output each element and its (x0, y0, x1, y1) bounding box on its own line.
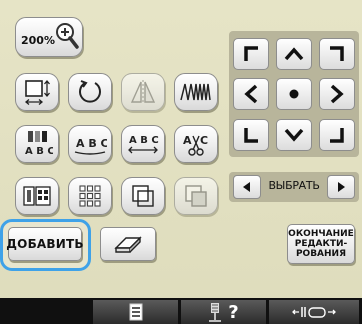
corner-down-right-icon (330, 128, 344, 143)
array-button[interactable] (68, 177, 112, 215)
zoom-button[interactable]: 200% (15, 17, 83, 57)
move-right-button[interactable] (319, 78, 355, 110)
finish-editing-button[interactable]: ОКОНЧАНИЕ РЕДАКТИ- РОВАНИЯ (287, 224, 355, 264)
thread-chart-button[interactable] (93, 300, 178, 324)
move-up-button[interactable] (276, 38, 312, 70)
zoom-magnifier-icon (56, 23, 79, 49)
svg-text:A B C: A B C (76, 137, 107, 150)
help-button[interactable]: ? (181, 300, 266, 324)
multicolor-icon (23, 186, 51, 206)
move-down-left-button[interactable] (233, 119, 269, 151)
corner-up-right-icon (330, 46, 344, 61)
zoom-label: 200% (21, 33, 55, 47)
arc-text-icon: A B C (74, 137, 107, 155)
svg-text:A B C: A B C (129, 135, 159, 146)
size-icon (24, 79, 50, 105)
select-next-button[interactable] (327, 175, 355, 199)
outline-icon (185, 185, 207, 207)
density-icon (180, 83, 211, 101)
chevron-left-icon (244, 84, 258, 104)
chevron-down-icon (284, 128, 304, 142)
move-left-button[interactable] (233, 78, 269, 110)
rotate-icon (79, 80, 101, 103)
border-button[interactable] (121, 177, 165, 215)
svg-text:A: A (183, 134, 192, 147)
arc-text-button[interactable]: A B C (68, 125, 112, 163)
thread-chart-icon (129, 303, 142, 321)
help-label: ? (228, 301, 239, 323)
outline-button[interactable] (174, 177, 218, 215)
multicolor-button[interactable] (15, 177, 59, 215)
svg-text:C: C (200, 134, 208, 147)
mirror-button[interactable] (121, 73, 165, 111)
presser-foot-icon (292, 307, 336, 318)
char-spacing-icon: A B C (128, 135, 159, 154)
move-up-right-button[interactable] (319, 38, 355, 70)
corner-up-left-icon (244, 46, 258, 61)
finish-editing-label: ОКОНЧАНИЕ РЕДАКТИ- РОВАНИЯ (288, 229, 354, 259)
move-center-button[interactable] (276, 78, 312, 110)
add-button[interactable]: ДОБАВИТЬ (6, 227, 84, 261)
embroidery-edit-screen: 200% A B C A B C A B C A C ВЫБРАТЬ ДОБАВ… (0, 0, 362, 324)
move-up-left-button[interactable] (233, 38, 269, 70)
move-arrow-pad (229, 31, 359, 157)
corner-down-left-icon (244, 128, 258, 143)
triangle-left-icon (243, 182, 250, 192)
char-spacing-button[interactable]: A B C (121, 125, 165, 163)
select-label: ВЫБРАТЬ (268, 179, 320, 192)
size-button[interactable] (15, 73, 59, 111)
border-icon (132, 185, 154, 207)
stitch-cut-button[interactable]: A C (174, 125, 218, 163)
bottom-status-bar: ? (0, 298, 362, 324)
mirror-icon (130, 80, 156, 104)
chevron-up-icon (284, 47, 304, 61)
triangle-right-icon (338, 182, 345, 192)
select-prev-button[interactable] (233, 175, 261, 199)
density-button[interactable] (174, 73, 218, 111)
array-icon (79, 185, 101, 207)
delete-button[interactable] (100, 227, 156, 261)
center-dot-icon (289, 89, 299, 99)
select-bar: ВЫБРАТЬ (229, 172, 359, 202)
presser-foot-button[interactable] (269, 300, 359, 324)
move-down-right-button[interactable] (319, 119, 355, 151)
stitch-cut-icon: A C (183, 134, 208, 156)
needle-help-icon (209, 303, 222, 322)
chevron-right-icon (330, 84, 344, 104)
eraser-icon (114, 236, 142, 253)
color-change-icon: A B C (25, 131, 53, 157)
color-change-button[interactable]: A B C (15, 125, 59, 163)
rotate-button[interactable] (68, 73, 112, 111)
move-down-button[interactable] (276, 119, 312, 151)
svg-text:A B C: A B C (25, 146, 53, 157)
add-button-label: ДОБАВИТЬ (6, 237, 84, 251)
